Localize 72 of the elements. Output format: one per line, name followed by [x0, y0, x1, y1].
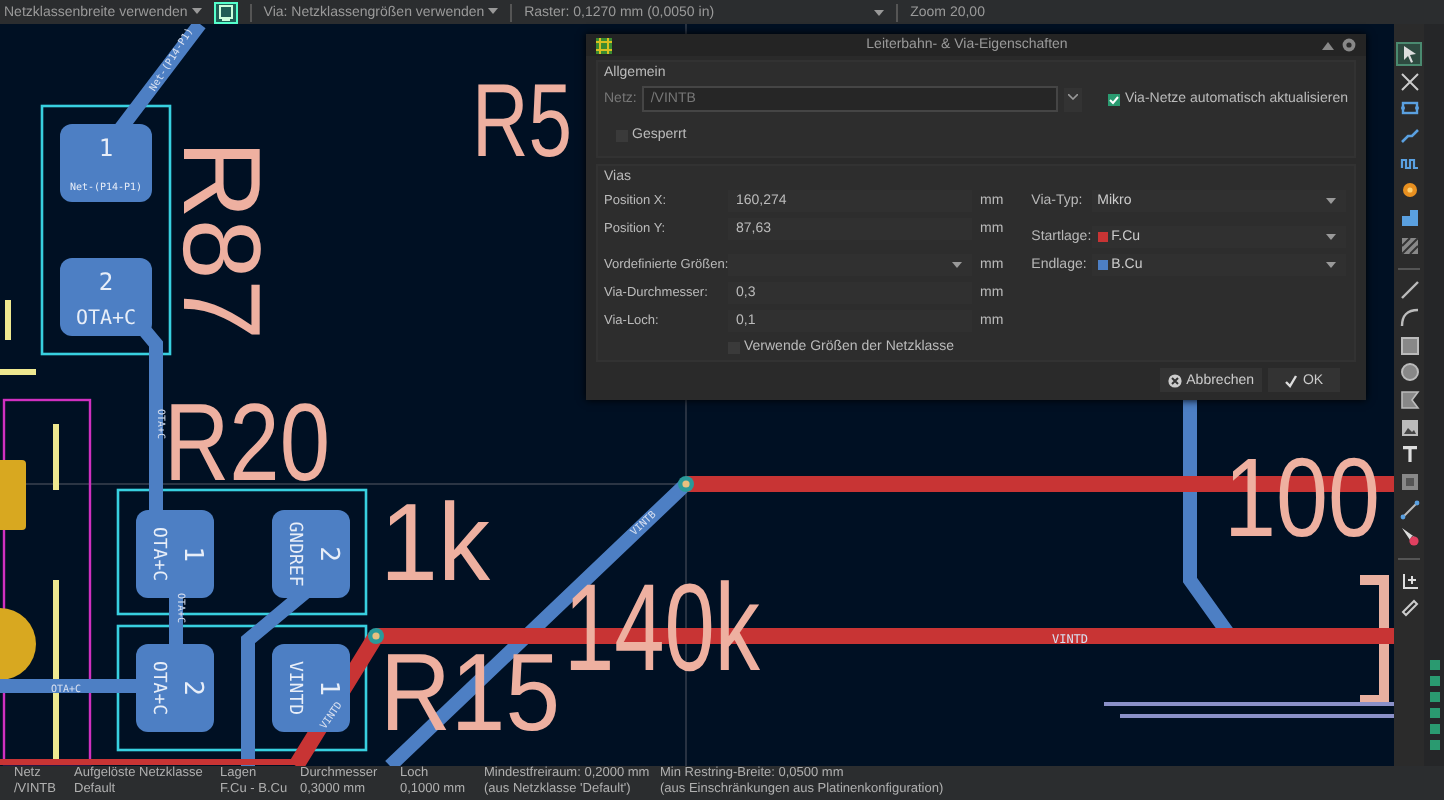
silkscreen-text: R5	[472, 64, 605, 180]
arc-tool-button[interactable]	[1396, 305, 1422, 330]
layer-visibility-checkbox[interactable]	[1429, 692, 1439, 702]
pad-net-label: VINTD	[284, 660, 304, 716]
circle-tool-button[interactable]	[1396, 360, 1422, 385]
caret-icon	[874, 9, 885, 15]
measure-icon	[1399, 598, 1419, 619]
cross-tool-button[interactable]	[1396, 69, 1422, 94]
polygon-tool-button[interactable]	[1396, 387, 1422, 412]
zone-tool-button[interactable]	[1396, 206, 1422, 231]
layer-visibility-checkbox[interactable]	[1429, 724, 1439, 734]
layer-visibility-checkbox[interactable]	[1429, 708, 1439, 718]
polygon-icon	[1399, 389, 1419, 410]
highlight-net-button[interactable]	[213, 1, 238, 23]
smd-pad	[60, 124, 152, 202]
silkscreen-outline	[1360, 575, 1389, 705]
pad-number: 1	[177, 546, 207, 562]
rect-icon	[1399, 335, 1419, 356]
silkscreen-text: R87	[160, 140, 284, 342]
pad-net-label: OTA+C	[75, 308, 137, 330]
zone-icon	[1399, 208, 1419, 229]
chevron-icon	[1068, 93, 1079, 99]
hatch-tool-button[interactable]	[1396, 233, 1422, 258]
layer-visibility-checkbox[interactable]	[1429, 676, 1439, 686]
image-tool-button[interactable]	[1396, 415, 1422, 440]
rect-tool-button[interactable]	[1396, 333, 1422, 358]
via-icon	[1399, 180, 1419, 201]
net-dropdown-button[interactable]	[1064, 87, 1083, 111]
through-hole-pad	[0, 608, 36, 680]
silkscreen-text: 1k	[380, 480, 497, 604]
app-icon	[596, 37, 612, 53]
footprint-icon	[1399, 98, 1419, 119]
pad-number: 1	[98, 134, 114, 162]
cross-icon	[1399, 71, 1419, 92]
pad-net-label: OTA+C	[148, 660, 168, 716]
line-tool-button[interactable]	[1396, 278, 1422, 303]
select-tool-button[interactable]	[1396, 42, 1422, 66]
caret-icon	[191, 8, 202, 15]
pad-net-label: GNDREF	[284, 521, 304, 587]
smd-pad	[60, 258, 152, 336]
circle-icon	[1399, 362, 1419, 383]
pad-number: 2	[313, 546, 343, 562]
cancel-icon	[1168, 373, 1183, 387]
checkbox[interactable]	[1108, 93, 1121, 105]
pad-number: 1	[313, 680, 343, 696]
layer-visibility-checkbox[interactable]	[1429, 660, 1439, 670]
close-icon[interactable]	[1342, 38, 1356, 52]
layer-visibility-checkbox[interactable]	[1429, 740, 1439, 750]
caret-icon	[1325, 234, 1336, 240]
pad-number: 2	[177, 680, 207, 696]
caret-icon	[1325, 198, 1336, 204]
pad-number: 2	[98, 268, 114, 296]
caret-icon	[488, 8, 499, 15]
smd-pad	[272, 644, 350, 732]
smd-pad	[136, 644, 214, 732]
image-icon	[1399, 417, 1419, 438]
tune-icon	[1399, 153, 1419, 174]
hatch-icon	[1399, 235, 1419, 256]
smd-pad	[0, 460, 26, 530]
maximize-icon[interactable]	[1322, 39, 1334, 51]
caret-icon	[1325, 262, 1336, 268]
check-icon	[1284, 373, 1299, 387]
measure-tool-button[interactable]	[1396, 596, 1422, 621]
caret-icon	[952, 262, 962, 268]
smd-pad	[272, 510, 350, 598]
pad-net-label: OTA+C	[148, 526, 168, 582]
origin-icon	[1399, 571, 1419, 592]
route-icon	[1399, 126, 1419, 147]
arc-icon	[1399, 307, 1419, 328]
silkscreen-text: R20	[164, 380, 366, 504]
line-icon	[1399, 280, 1419, 301]
select-icon	[1399, 44, 1419, 64]
